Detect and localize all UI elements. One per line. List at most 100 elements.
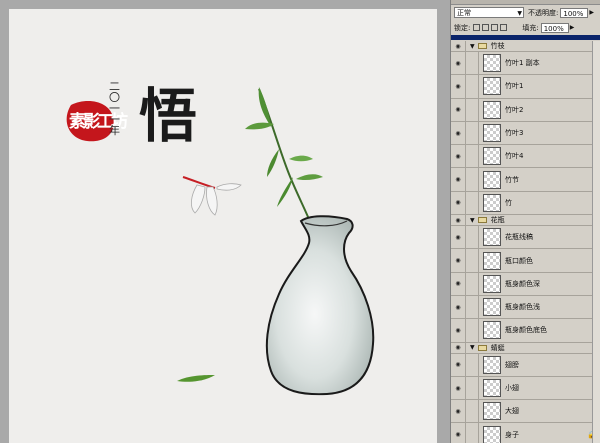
layer-link-cell[interactable]: [466, 423, 479, 443]
layer-thumbnail: [483, 193, 501, 212]
layer-link-cell[interactable]: [466, 52, 479, 75]
visibility-eye-icon[interactable]: ◉: [451, 145, 466, 168]
opacity-label: 不透明度:: [528, 8, 559, 17]
layer-row[interactable]: ◉ 竹叶1: [451, 75, 600, 99]
layer-link-cell[interactable]: [466, 75, 479, 98]
fill-arrow-icon[interactable]: ▶: [570, 24, 575, 31]
layer-link-cell[interactable]: [466, 145, 479, 168]
layer-row[interactable]: ◉ 瓶身颜色浅: [451, 295, 600, 320]
blend-mode-select[interactable]: 正常 ▼: [454, 7, 524, 18]
visibility-eye-icon[interactable]: ◉: [451, 342, 466, 353]
layer-thumbnail: [483, 321, 501, 340]
layer-name: 竹叶1 副本: [505, 59, 540, 68]
selected-layer-strip[interactable]: [451, 35, 600, 40]
layers-scrollbar[interactable]: [592, 41, 600, 443]
layer-name: 竹叶4: [505, 152, 524, 161]
visibility-eye-icon[interactable]: ◉: [451, 121, 466, 145]
visibility-eye-icon[interactable]: ◉: [451, 226, 466, 249]
lock-transparency-icon[interactable]: [473, 24, 481, 31]
layer-name: 瓶身颜色深: [505, 279, 540, 288]
visibility-eye-icon[interactable]: ◉: [451, 75, 466, 98]
dragonfly-wing: [216, 183, 242, 191]
layer-thumbnail: [483, 298, 501, 317]
layer-link-cell[interactable]: [466, 98, 479, 121]
layer-thumbnail: [483, 228, 501, 247]
visibility-eye-icon[interactable]: ◉: [451, 319, 466, 342]
layer-name: 翅膀: [505, 360, 519, 369]
layer-row[interactable]: ◉ 竹叶1 副本: [451, 52, 600, 76]
layer-thumbnail: [483, 77, 501, 96]
layer-group[interactable]: ◉ ▼ 竹枝: [451, 41, 600, 52]
layer-name: 竹叶3: [505, 129, 524, 138]
visibility-eye-icon[interactable]: ◉: [451, 353, 466, 376]
expand-triangle-icon[interactable]: ▼: [470, 43, 475, 50]
layer-row[interactable]: ◉ 竹叶2: [451, 98, 600, 122]
layer-name: 瓶身颜色底色: [505, 326, 547, 335]
layer-row[interactable]: ◉ 竹叶4: [451, 145, 600, 169]
layer-thumbnail: [483, 100, 501, 119]
layers-panel: 正常 ▼ 不透明度: 100% ▶ 锁定: 填充: 100% ▶ ◉ ▼ 竹枝 ◉ 竹叶…: [450, 0, 600, 443]
layer-group-name: 竹枝: [490, 42, 505, 50]
artboard[interactable]: 素影工坊 二〇一一年 悟: [9, 9, 437, 443]
layer-link-cell[interactable]: [466, 295, 479, 319]
layer-link-cell[interactable]: [466, 121, 479, 145]
visibility-eye-icon[interactable]: ◉: [451, 295, 466, 319]
lock-all-icon[interactable]: [500, 24, 508, 31]
layer-row[interactable]: ◉ 瓶身颜色底色: [451, 319, 600, 343]
fill-input[interactable]: 100%: [540, 22, 569, 33]
layer-name: 竹叶2: [505, 105, 524, 114]
visibility-eye-icon[interactable]: ◉: [451, 400, 466, 423]
layer-link-cell[interactable]: [466, 376, 479, 400]
layer-link-cell[interactable]: [466, 191, 479, 215]
layer-link-cell[interactable]: [466, 272, 479, 295]
blend-mode-value: 正常: [457, 9, 471, 17]
visibility-eye-icon[interactable]: ◉: [451, 191, 466, 215]
layer-link-cell[interactable]: [466, 353, 479, 376]
blend-row: 正常 ▼ 不透明度: 100% ▶: [451, 5, 600, 20]
layer-row[interactable]: ◉ 竹: [451, 191, 600, 216]
opacity-input[interactable]: 100%: [560, 7, 589, 18]
visibility-eye-icon[interactable]: ◉: [451, 52, 466, 75]
lock-pixels-icon[interactable]: [482, 24, 490, 31]
lock-position-icon[interactable]: [491, 24, 499, 31]
layer-link-cell[interactable]: [466, 168, 479, 191]
expand-triangle-icon[interactable]: ▼: [470, 217, 475, 224]
visibility-eye-icon[interactable]: ◉: [451, 168, 466, 191]
canvas-area[interactable]: 素影工坊 二〇一一年 悟: [0, 0, 450, 443]
layer-thumbnail: [483, 402, 501, 421]
visibility-eye-icon[interactable]: ◉: [451, 376, 466, 400]
layer-link-cell[interactable]: [466, 400, 479, 423]
layer-group[interactable]: ◉ ▼ 蜻蜓: [451, 342, 600, 354]
visibility-eye-icon[interactable]: ◉: [451, 215, 466, 226]
layer-row[interactable]: ◉ 翅膀: [451, 353, 600, 377]
visibility-eye-icon[interactable]: ◉: [451, 423, 466, 443]
opacity-arrow-icon[interactable]: ▶: [589, 9, 594, 16]
layer-row[interactable]: ◉ 花瓶线稿: [451, 226, 600, 250]
visibility-eye-icon[interactable]: ◉: [451, 249, 466, 272]
layer-link-cell[interactable]: [466, 226, 479, 249]
layer-row[interactable]: ◉身子🔒: [451, 423, 600, 443]
artwork: [66, 87, 375, 396]
visibility-eye-icon[interactable]: ◉: [451, 41, 466, 51]
layer-name: 竹: [505, 198, 512, 207]
layer-row[interactable]: ◉ 竹节: [451, 168, 600, 192]
layer-thumbnail: [483, 170, 501, 189]
layer-row[interactable]: ◉ 竹叶3: [451, 121, 600, 146]
layer-link-cell[interactable]: [466, 249, 479, 272]
expand-triangle-icon[interactable]: ▼: [470, 344, 475, 351]
chevron-down-icon: ▼: [517, 10, 522, 17]
layer-row[interactable]: ◉ 小翅: [451, 376, 600, 401]
visibility-eye-icon[interactable]: ◉: [451, 272, 466, 295]
layer-name: 竹节: [505, 175, 519, 184]
visibility-eye-icon[interactable]: ◉: [451, 98, 466, 121]
layer-row[interactable]: ◉ 瓶口颜色: [451, 249, 600, 273]
layer-row[interactable]: ◉ 大翅: [451, 400, 600, 424]
layer-link-cell[interactable]: [466, 319, 479, 342]
layer-thumbnail: [483, 425, 501, 443]
layer-group[interactable]: ◉ ▼ 花瓶: [451, 215, 600, 227]
bamboo-leaf: [277, 177, 293, 207]
layer-thumbnail: [483, 355, 501, 374]
layer-row[interactable]: ◉ 瓶身颜色深: [451, 272, 600, 296]
layer-list: ◉ ▼ 竹枝 ◉ 竹叶1 副本 ◉ 竹叶1 ◉ 竹叶2 ◉ 竹叶3 ◉ 竹叶4 ◉ 竹节 ◉ 竹 ◉ ▼ 花瓶 ◉ 花瓶线…: [451, 41, 600, 443]
bamboo-leaf: [289, 155, 313, 162]
